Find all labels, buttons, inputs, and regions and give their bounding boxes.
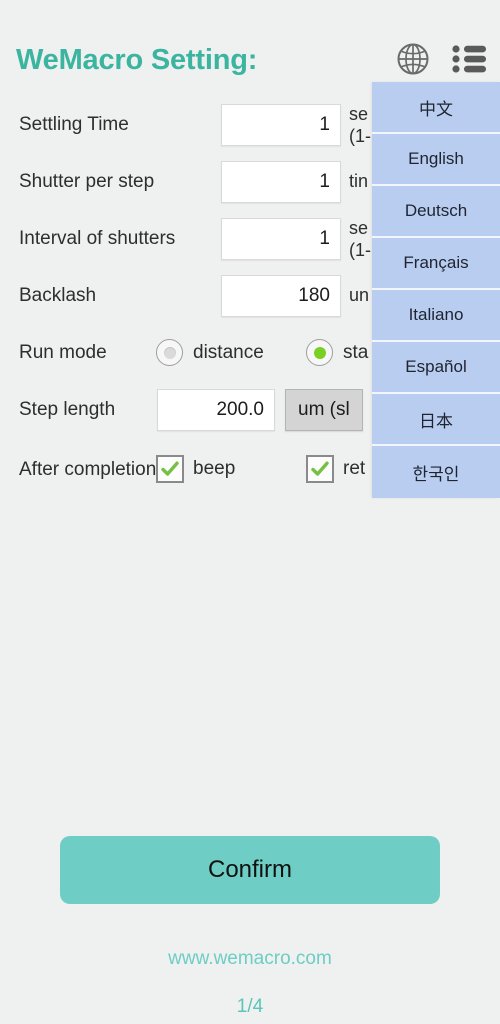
unit-backlash: un bbox=[349, 285, 370, 305]
radio-steps[interactable]: sta bbox=[306, 339, 368, 366]
label-run-mode: Run mode bbox=[19, 342, 107, 363]
website-link[interactable]: www.wemacro.com bbox=[0, 948, 500, 970]
radio-steps-control[interactable] bbox=[306, 339, 333, 366]
app-header: WeMacro Setting: bbox=[0, 0, 500, 92]
checkbox-return-label: ret bbox=[343, 458, 366, 479]
language-option-french[interactable]: Français bbox=[372, 238, 500, 290]
label-step-length: Step length bbox=[19, 399, 116, 420]
radio-distance[interactable]: distance bbox=[156, 339, 264, 366]
language-option-chinese[interactable]: 中文 bbox=[372, 82, 500, 134]
checkbox-return-control[interactable] bbox=[306, 455, 334, 483]
unit-settling-time: se (1- bbox=[349, 103, 371, 147]
unit-interval-line1: se bbox=[349, 217, 369, 238]
radio-steps-label: sta bbox=[343, 341, 369, 363]
step-length-unit-select[interactable]: um (sl bbox=[285, 388, 363, 431]
label-interval-of-shutters: Interval of shutters bbox=[19, 228, 176, 249]
label-backlash: Backlash bbox=[19, 285, 97, 306]
unit-settling-time-line2: (1- bbox=[349, 125, 371, 146]
page-indicator: 1/4 bbox=[236, 996, 264, 1017]
checkbox-beep-control[interactable] bbox=[156, 455, 184, 483]
label-shutter-per-step: Shutter per step bbox=[19, 171, 155, 192]
page-title: WeMacro Setting: bbox=[16, 44, 258, 76]
label-settling-time: Settling Time bbox=[19, 114, 129, 135]
language-dropdown-menu[interactable]: 中文 English Deutsch Français Italiano Esp… bbox=[372, 82, 500, 498]
language-option-italian[interactable]: Italiano bbox=[372, 290, 500, 342]
shutter-per-step-input[interactable] bbox=[221, 160, 341, 203]
label-after-completion: After completion bbox=[19, 458, 157, 480]
list-menu-icon[interactable] bbox=[452, 45, 486, 73]
checkbox-beep-label: beep bbox=[193, 458, 236, 479]
language-option-spanish[interactable]: Español bbox=[372, 342, 500, 394]
globe-icon[interactable] bbox=[396, 42, 430, 76]
unit-interval-line2: (1- bbox=[349, 239, 371, 260]
confirm-button[interactable]: Confirm bbox=[60, 836, 440, 904]
check-mark-icon bbox=[311, 461, 329, 476]
unit-settling-time-line1: se bbox=[349, 103, 369, 124]
step-length-input[interactable] bbox=[157, 388, 275, 431]
unit-interval-of-shutters: se (1- bbox=[349, 217, 371, 261]
language-option-korean[interactable]: 한국인 bbox=[372, 446, 500, 498]
radio-distance-control[interactable] bbox=[156, 339, 183, 366]
language-option-english[interactable]: English bbox=[372, 134, 500, 186]
interval-of-shutters-input[interactable] bbox=[221, 217, 341, 260]
radio-distance-label: distance bbox=[193, 341, 264, 363]
unit-shutter-per-step: tin bbox=[349, 171, 369, 191]
backlash-input[interactable] bbox=[221, 274, 341, 317]
checkbox-return[interactable]: ret bbox=[306, 455, 365, 483]
language-option-german[interactable]: Deutsch bbox=[372, 186, 500, 238]
check-mark-icon bbox=[161, 461, 179, 476]
language-option-japanese[interactable]: 日本 bbox=[372, 394, 500, 446]
settling-time-input[interactable] bbox=[221, 103, 341, 146]
checkbox-beep[interactable]: beep bbox=[156, 455, 235, 483]
header-icon-group bbox=[396, 42, 486, 76]
